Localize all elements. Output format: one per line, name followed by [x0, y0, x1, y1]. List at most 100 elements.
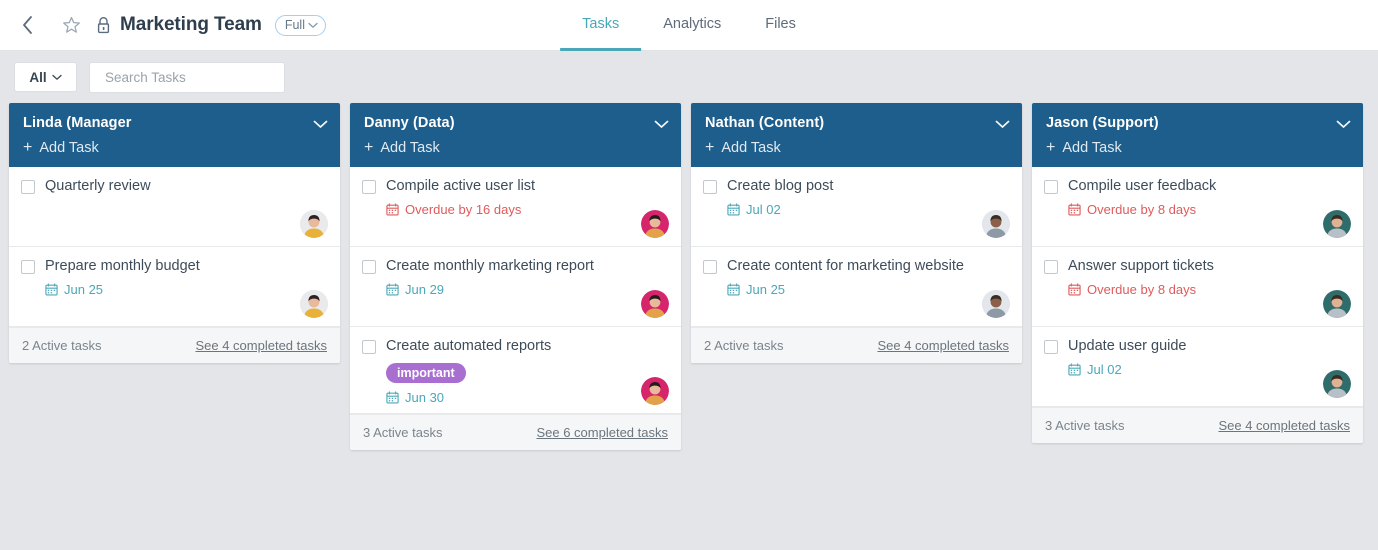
chevron-down-icon — [995, 120, 1010, 128]
column-header: Danny (Data) + Add Task — [350, 103, 681, 167]
task-due-label: Jun 25 — [746, 282, 786, 298]
task-due-label: Jul 02 — [746, 202, 781, 218]
avatar[interactable] — [1323, 210, 1351, 238]
task-due-date: Jun 29 — [386, 282, 669, 297]
task-column: Jason (Support) + Add Task Compile user fee… — [1032, 103, 1363, 443]
add-task-button[interactable]: + Add Task — [23, 139, 326, 157]
calendar-icon — [727, 283, 740, 296]
plus-icon: + — [705, 139, 715, 156]
task-board: Linda (Manager + Add Task Quarterly review P… — [0, 103, 1378, 451]
task-column: Linda (Manager + Add Task Quarterly review P… — [9, 103, 340, 363]
top-bar-left: Marketing Team Full — [0, 10, 326, 40]
see-completed-tasks-link[interactable]: See 4 completed tasks — [1218, 418, 1350, 433]
task-checkbox[interactable] — [362, 260, 376, 274]
column-title: Linda (Manager — [23, 115, 132, 131]
task-due-date: Jul 02 — [727, 202, 1010, 217]
favorite-button[interactable] — [56, 10, 86, 40]
task-card[interactable]: Compile user feedback Overdue by 8 days — [1032, 167, 1363, 247]
plus-icon: + — [23, 139, 33, 156]
calendar-icon — [1068, 283, 1081, 296]
task-checkbox[interactable] — [21, 180, 35, 194]
avatar[interactable] — [641, 210, 669, 238]
visibility-badge[interactable]: Full — [274, 14, 326, 36]
task-card[interactable]: Compile active user list Overdue by 16 da… — [350, 167, 681, 247]
column-collapse-button[interactable] — [995, 116, 1010, 134]
avatar-image — [1323, 370, 1351, 398]
task-card[interactable]: Quarterly review — [9, 167, 340, 247]
filter-dropdown-label: All — [29, 69, 47, 85]
task-checkbox[interactable] — [703, 260, 717, 274]
avatar[interactable] — [1323, 290, 1351, 318]
calendar-icon — [45, 283, 58, 296]
avatar[interactable] — [641, 290, 669, 318]
avatar[interactable] — [1323, 370, 1351, 398]
task-title: Create automated reports — [386, 338, 552, 354]
calendar-icon — [386, 283, 399, 296]
see-completed-tasks-link[interactable]: See 6 completed tasks — [536, 425, 668, 440]
private-lock-button[interactable] — [96, 16, 111, 35]
add-task-button[interactable]: + Add Task — [705, 139, 1008, 157]
task-row: Create blog post — [703, 178, 1010, 195]
task-card[interactable]: Answer support tickets Overdue by 8 days — [1032, 247, 1363, 327]
column-collapse-button[interactable] — [654, 116, 669, 134]
column-collapse-button[interactable] — [1336, 116, 1351, 134]
add-task-button[interactable]: + Add Task — [364, 139, 667, 157]
tag-row: important — [386, 363, 669, 384]
task-row: Answer support tickets — [1044, 258, 1351, 275]
task-card[interactable]: Update user guide Jul 02 — [1032, 327, 1363, 407]
task-due-label: Overdue by 8 days — [1087, 282, 1197, 298]
task-card[interactable]: Prepare monthly budget Jun 25 — [9, 247, 340, 327]
task-due-date: Overdue by 16 days — [386, 202, 669, 217]
column-header: Nathan (Content) + Add Task — [691, 103, 1022, 167]
task-title: Quarterly review — [45, 178, 151, 194]
tab-tasks[interactable]: Tasks — [560, 0, 642, 51]
add-task-label: Add Task — [380, 140, 440, 156]
active-task-count: 3 Active tasks — [363, 425, 443, 441]
column-footer: 3 Active tasks See 4 completed tasks — [1032, 407, 1363, 443]
task-title: Compile active user list — [386, 178, 536, 194]
star-icon — [62, 16, 80, 33]
task-checkbox[interactable] — [1044, 180, 1058, 194]
column-collapse-button[interactable] — [313, 116, 328, 134]
avatar[interactable] — [300, 210, 328, 238]
chevron-down-icon — [51, 74, 62, 80]
filter-dropdown[interactable]: All — [14, 62, 77, 92]
search-input[interactable] — [105, 69, 282, 85]
task-checkbox[interactable] — [21, 260, 35, 274]
task-tag[interactable]: important — [386, 363, 466, 384]
task-checkbox[interactable] — [1044, 260, 1058, 274]
task-card[interactable]: Create blog post Jul 02 — [691, 167, 1022, 247]
active-task-count: 2 Active tasks — [22, 338, 102, 353]
task-title: Create blog post — [727, 178, 834, 194]
column-footer: 2 Active tasks See 4 completed tasks — [9, 327, 340, 363]
see-completed-tasks-link[interactable]: See 4 completed tasks — [877, 338, 1009, 353]
task-checkbox[interactable] — [1044, 340, 1058, 354]
task-card[interactable]: Create automated reports important Jun 30 — [350, 327, 681, 415]
tab-files[interactable]: Files — [743, 0, 818, 51]
avatar[interactable] — [300, 290, 328, 318]
calendar-icon — [386, 203, 399, 216]
add-task-button[interactable]: + Add Task — [1046, 140, 1349, 157]
task-title: Answer support tickets — [1068, 258, 1214, 274]
task-card[interactable]: Create monthly marketing report Jun 29 — [350, 247, 681, 327]
search-box[interactable] — [89, 61, 285, 93]
chevron-down-icon — [313, 120, 328, 128]
see-completed-tasks-link[interactable]: See 4 completed tasks — [195, 338, 327, 353]
tab-analytics[interactable]: Analytics — [641, 0, 743, 51]
task-checkbox[interactable] — [362, 180, 376, 194]
plus-icon: + — [364, 139, 374, 156]
task-due-label: Overdue by 16 days — [405, 202, 522, 218]
active-task-count: 2 Active tasks — [704, 338, 784, 353]
back-button[interactable] — [12, 10, 42, 40]
avatar[interactable] — [982, 210, 1010, 238]
column-title: Danny (Data) — [364, 115, 455, 131]
calendar-icon — [386, 391, 399, 404]
task-card[interactable]: Create content for marketing website Jun … — [691, 247, 1022, 327]
task-column: Nathan (Content) + Add Task Create blog pos… — [691, 103, 1022, 363]
task-checkbox[interactable] — [362, 340, 376, 354]
filter-bar: All — [0, 51, 1378, 103]
task-due-label: Jun 29 — [405, 282, 445, 298]
avatar[interactable] — [982, 290, 1010, 318]
task-title: Compile user feedback — [1068, 178, 1217, 194]
task-checkbox[interactable] — [703, 180, 717, 194]
